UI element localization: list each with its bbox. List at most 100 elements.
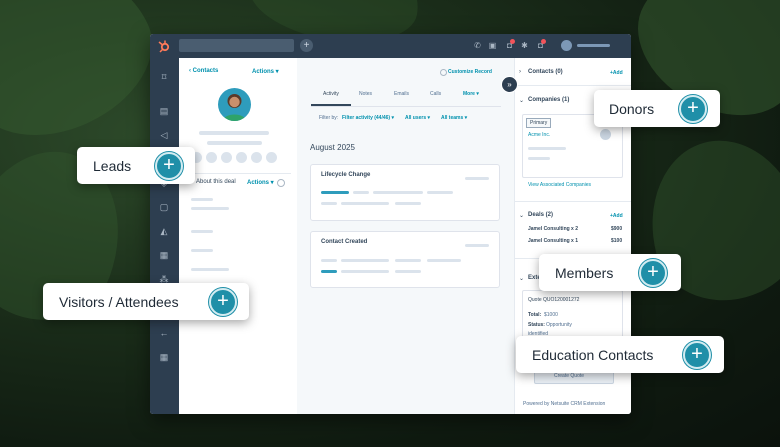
- account-name[interactable]: [577, 44, 610, 47]
- total-value: $1000: [544, 312, 558, 318]
- user-avatar[interactable]: [561, 40, 572, 51]
- contacts-nav-icon[interactable]: ▤: [159, 106, 169, 116]
- timeline-card-title: Lifecycle Change: [321, 172, 371, 178]
- quote-id[interactable]: Quote QUO120001272: [528, 297, 579, 303]
- property-value: [191, 249, 213, 252]
- deal-amount: $100: [611, 238, 623, 244]
- deals-chevron-icon[interactable]: ⌄: [519, 212, 524, 219]
- filter-activity-dropdown[interactable]: Filter activity (44/46) ▾: [342, 115, 394, 121]
- timeline-card-line: [373, 191, 423, 194]
- tab-calls[interactable]: Calls: [430, 91, 441, 97]
- deals-section-title[interactable]: Deals (2): [528, 212, 553, 218]
- about-actions-dropdown[interactable]: Actions ▾: [247, 179, 274, 186]
- status-value: Opportunity: [546, 322, 572, 328]
- about-this-deal-title[interactable]: About this deal: [196, 179, 236, 185]
- bookmark-icon[interactable]: ⌑: [159, 72, 169, 82]
- timeline-card-date: [465, 244, 489, 247]
- education-contacts-callout: Education Contacts +: [516, 336, 724, 373]
- tab-emails[interactable]: Emails: [394, 91, 409, 97]
- all-users-dropdown[interactable]: All users ▾: [405, 115, 430, 121]
- settings-gear-icon[interactable]: ✱: [520, 41, 529, 50]
- add-contact-link[interactable]: +Add: [610, 70, 623, 76]
- add-visitors-icon[interactable]: +: [209, 288, 237, 316]
- powered-by-text: Powered by Netsuite CRM Extension: [523, 401, 606, 407]
- task-action-icon[interactable]: [236, 152, 247, 163]
- record-actions-dropdown[interactable]: Actions ▾: [252, 68, 279, 75]
- timeline-card[interactable]: Lifecycle Change: [310, 164, 500, 221]
- companies-section-title[interactable]: Companies (1): [528, 97, 569, 103]
- automation-nav-icon[interactable]: ▢: [159, 202, 169, 212]
- create-quote-label: Create Quote: [554, 373, 585, 379]
- call-action-icon[interactable]: [206, 152, 217, 163]
- property-label: [191, 230, 213, 233]
- timeline-card-line: [321, 202, 337, 205]
- total-label: Total:: [528, 312, 542, 318]
- filter-by-label: Filter by:: [319, 115, 339, 121]
- contact-title-placeholder: [207, 141, 262, 145]
- company-detail-line: [528, 157, 550, 160]
- timeline-card-line: [427, 191, 453, 194]
- timeline-month-heading: August 2025: [310, 143, 355, 152]
- add-donors-icon[interactable]: +: [679, 95, 707, 123]
- members-callout: Members +: [539, 254, 681, 291]
- tab-notes[interactable]: Notes: [359, 91, 372, 97]
- contacts-section-title[interactable]: Contacts (0): [528, 69, 563, 75]
- deal-name[interactable]: Jamel Consulting x 2: [528, 226, 578, 232]
- property-label: [191, 268, 229, 271]
- primary-badge: Primary: [526, 118, 552, 128]
- tab-activity[interactable]: Activity: [323, 91, 339, 97]
- timeline-card-line: [321, 259, 337, 262]
- add-deal-link[interactable]: +Add: [610, 213, 623, 219]
- marketplace-icon[interactable]: ▣: [488, 41, 497, 50]
- company-logo: [600, 129, 611, 140]
- customize-record-link[interactable]: Customize Record: [448, 69, 492, 75]
- timeline-card-date: [465, 177, 489, 180]
- meeting-action-icon[interactable]: [251, 152, 262, 163]
- sidebar-navigation: ⌑ ▤ ◁ ▥ ◈ ▢ ◭ ▦ ⁂ ▤ ← ▦: [150, 58, 179, 414]
- callout-label: Leads: [93, 158, 132, 174]
- activity-timeline-panel: Customize Record Activity Notes Emails C…: [297, 58, 514, 414]
- calendar-nav-icon[interactable]: ▦: [159, 352, 169, 362]
- callout-label: Members: [555, 265, 614, 281]
- hubspot-logo-icon[interactable]: [157, 39, 171, 53]
- reporting-nav-icon[interactable]: ◭: [159, 226, 169, 236]
- section-divider: [185, 173, 291, 174]
- deal-name[interactable]: Jamel Consulting x 1: [528, 238, 578, 244]
- extension-chevron-icon[interactable]: ⌄: [519, 275, 524, 282]
- expand-panel-icon[interactable]: »: [501, 76, 518, 93]
- companies-chevron-icon[interactable]: ⌄: [519, 97, 524, 104]
- add-leads-icon[interactable]: +: [155, 152, 183, 180]
- data-nav-icon[interactable]: ▦: [159, 250, 169, 260]
- customize-icon[interactable]: [440, 69, 447, 76]
- global-search-input[interactable]: [179, 39, 294, 52]
- property-value: [191, 207, 229, 210]
- back-to-contacts-link[interactable]: ‹ Contacts: [189, 68, 218, 74]
- timeline-card-line: [341, 270, 389, 273]
- view-associated-companies-link[interactable]: View Associated Companies: [528, 182, 591, 188]
- bell-badge: [541, 39, 546, 44]
- marketing-nav-icon[interactable]: ◁: [159, 130, 169, 140]
- timeline-card-line: [395, 270, 421, 273]
- contact-name-placeholder: [199, 131, 269, 135]
- add-members-icon[interactable]: +: [639, 259, 667, 287]
- add-education-contacts-icon[interactable]: +: [683, 341, 711, 369]
- callout-label: Visitors / Attendees: [59, 294, 179, 310]
- note-action-icon[interactable]: [221, 152, 232, 163]
- company-detail-line: [528, 147, 566, 150]
- all-teams-dropdown[interactable]: All teams ▾: [441, 115, 467, 121]
- phone-icon[interactable]: ✆: [473, 41, 482, 50]
- tab-more[interactable]: More ▾: [463, 91, 479, 97]
- contact-avatar: [218, 88, 251, 121]
- timeline-card[interactable]: Contact Created: [310, 231, 500, 288]
- more-action-icon[interactable]: [266, 152, 277, 163]
- timeline-card-title: Contact Created: [321, 239, 368, 245]
- callout-label: Education Contacts: [532, 347, 654, 363]
- collapse-sidebar-icon[interactable]: ←: [159, 328, 169, 338]
- gear-icon[interactable]: [277, 179, 285, 187]
- contacts-chevron-icon[interactable]: ›: [519, 69, 521, 75]
- company-name-link[interactable]: Acme Inc.: [528, 132, 550, 138]
- timeline-card-line: [341, 259, 389, 262]
- create-new-icon[interactable]: +: [300, 39, 313, 52]
- timeline-card-line: [427, 259, 461, 262]
- background-leaf: [0, 0, 175, 163]
